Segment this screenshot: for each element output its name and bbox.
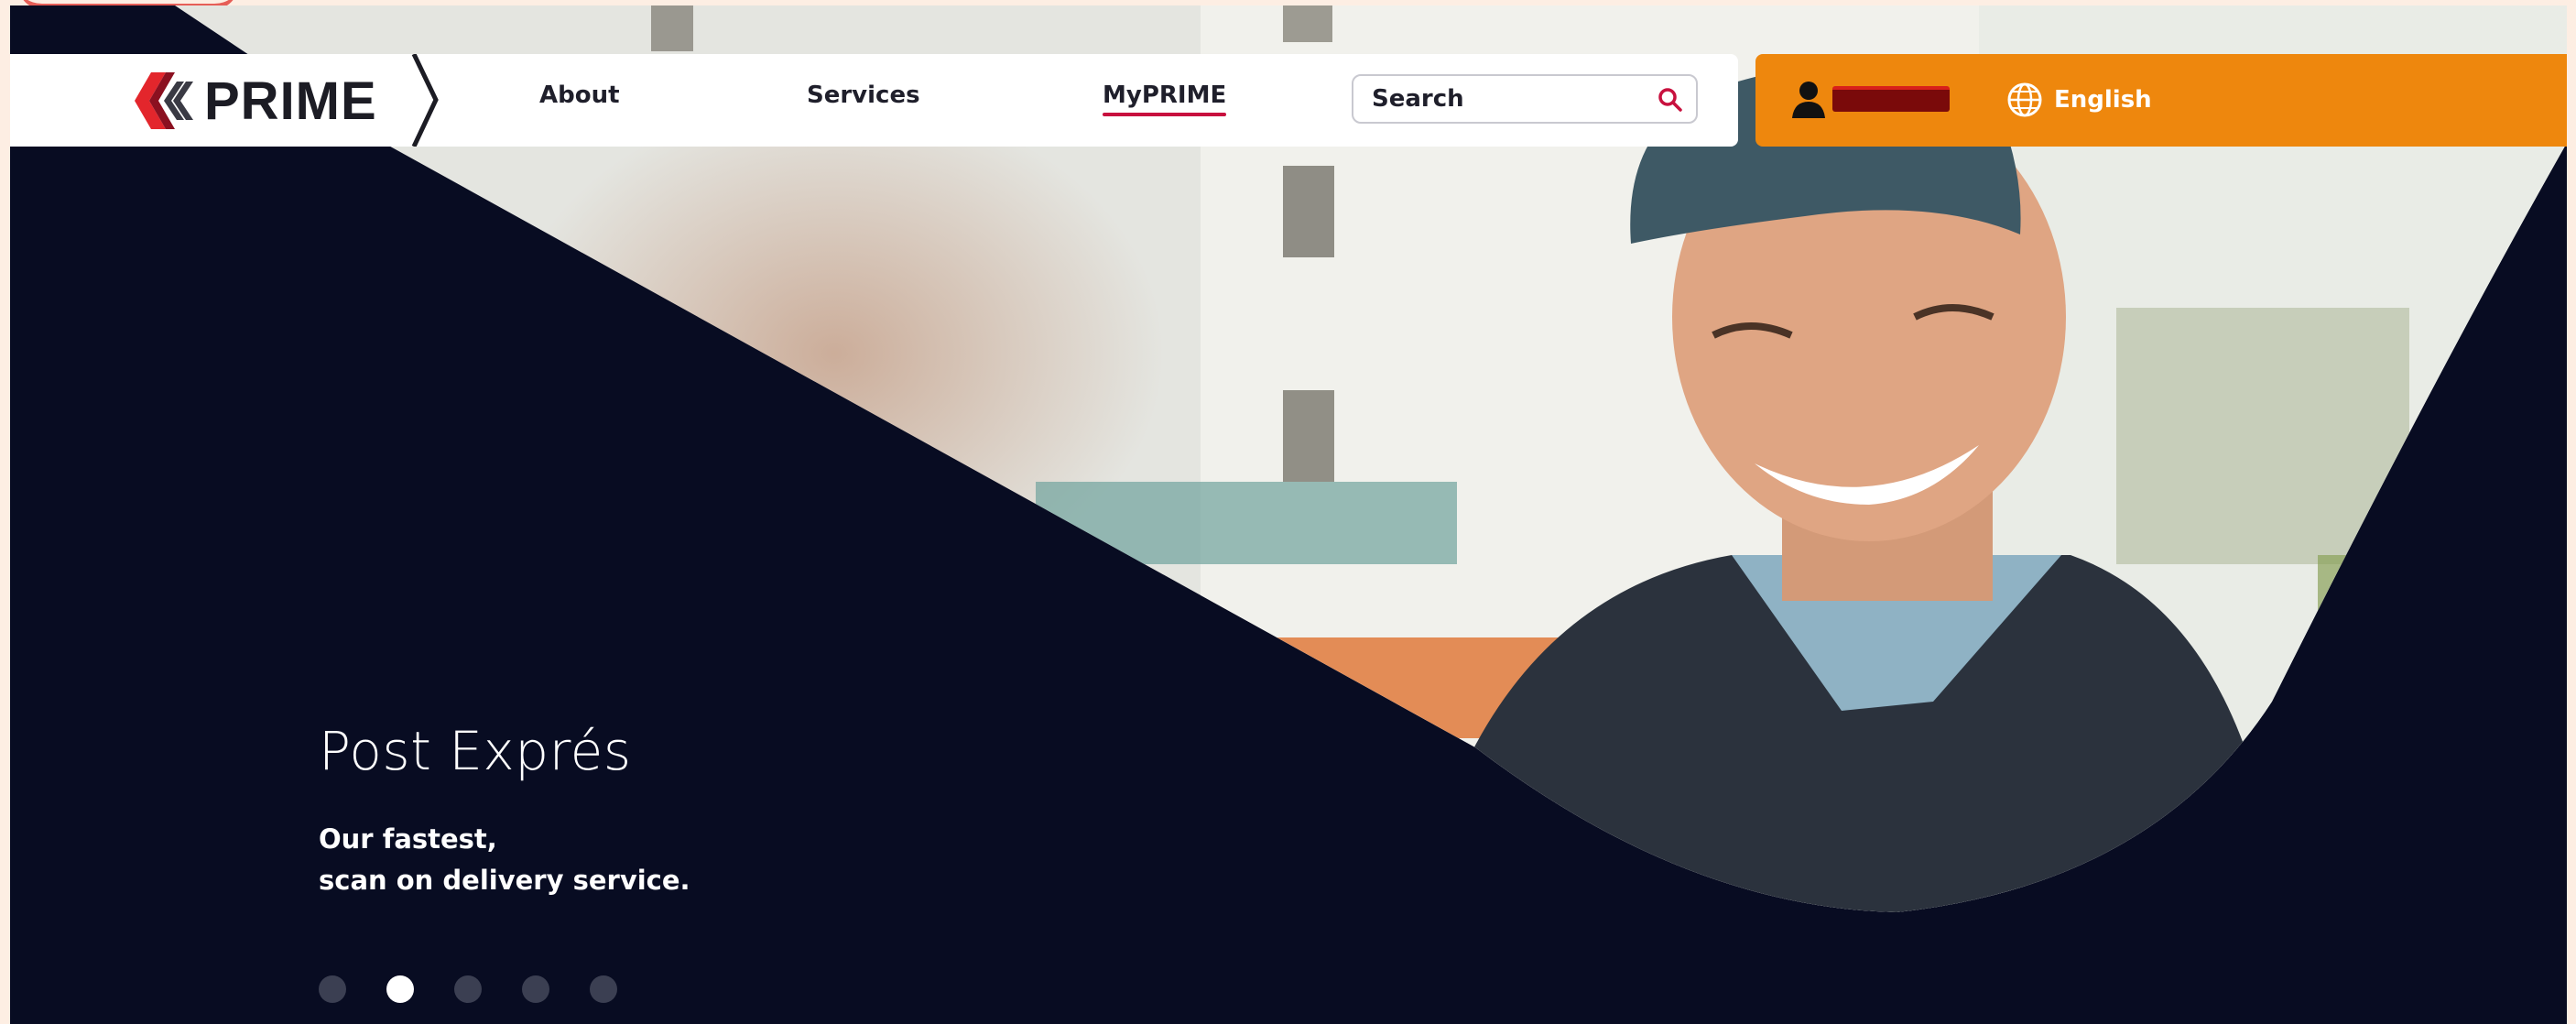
user-account-button[interactable] [1790,80,1950,118]
language-selector[interactable]: English [2006,82,2152,118]
search-icon[interactable] [1658,87,1683,117]
hero-title: Post Exprés [319,720,632,782]
globe-icon [2007,82,2042,117]
prime-logo-mark-icon [135,72,193,129]
search-box [1352,74,1698,124]
main-navigation: PRIME About Services MyPRIME [10,54,1738,147]
nav-link-about[interactable]: About [539,82,620,109]
hero-subtitle: Our fastest, scan on delivery service. [319,819,690,901]
slide-dot[interactable] [386,975,414,1003]
slide-dot[interactable] [522,975,549,1003]
prime-logo[interactable]: PRIME [135,71,377,131]
slide-dot[interactable] [454,975,482,1003]
logo-divider-chevron [411,54,439,147]
slide-dot[interactable] [590,975,617,1003]
hero-subtitle-line: Our fastest, [319,823,497,855]
nav-link-myprime[interactable]: MyPRIME [1103,82,1227,116]
nav-link-services[interactable]: Services [807,82,920,109]
hero-banner: Post Exprés Our fastest, scan on deliver… [10,5,2567,1024]
user-icon [1792,82,1825,118]
slide-dot[interactable] [319,975,346,1003]
slide-pagination [319,975,658,1003]
account-bar: English [1755,54,2567,147]
hero-subtitle-line: scan on delivery service. [319,865,690,896]
language-label: English [2054,86,2152,114]
brand-name: PRIME [204,71,377,131]
redacted-username [1832,86,1950,112]
search-input[interactable] [1370,84,1648,114]
